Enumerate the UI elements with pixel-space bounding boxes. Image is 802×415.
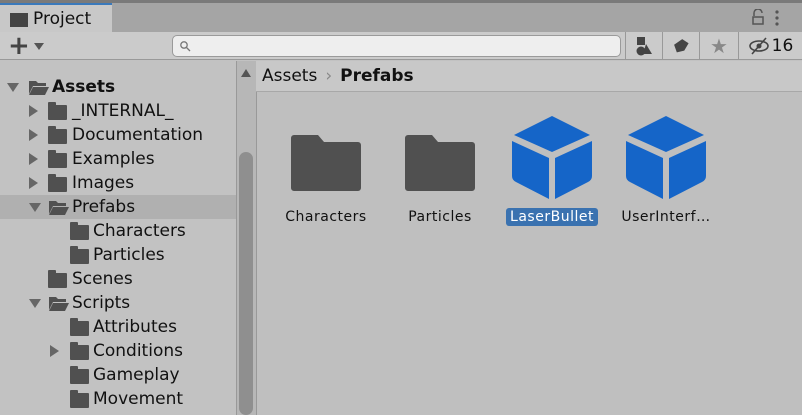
star-icon: ★ — [710, 34, 728, 58]
tree-item-label: Scenes — [72, 269, 133, 289]
expanded-arrow-icon[interactable] — [29, 299, 41, 308]
collapsed-arrow-icon[interactable] — [29, 129, 38, 141]
chevron-right-icon: › — [325, 66, 333, 86]
collapsed-arrow-icon[interactable] — [29, 105, 38, 117]
tree-item-prefabs[interactable]: Prefabs — [0, 195, 236, 219]
search-icon — [180, 41, 191, 52]
tree-item-assets[interactable]: Assets — [0, 75, 236, 99]
folder-open-icon — [49, 201, 69, 215]
breadcrumb-prefabs[interactable]: Prefabs — [340, 66, 414, 86]
tab-bar — [0, 3, 802, 32]
hidden-count: 16 — [771, 36, 794, 56]
tree-item-label: Examples — [72, 149, 155, 169]
folder-icon — [48, 150, 67, 168]
tree-item-examples[interactable]: Examples — [0, 147, 236, 171]
asset-item-0[interactable]: Characters — [271, 112, 381, 226]
tree-item-images[interactable]: Images — [0, 171, 236, 195]
folder-icon — [70, 246, 89, 264]
asset-label: Characters — [285, 209, 367, 225]
folder-open-icon — [29, 81, 49, 95]
tree-item-scripts[interactable]: Scripts — [0, 291, 236, 315]
folder-icon — [291, 135, 361, 191]
asset-label: Particles — [408, 209, 472, 225]
tree-item-label: Documentation — [72, 125, 204, 145]
breadcrumb-assets[interactable]: Assets — [262, 66, 317, 86]
folder-icon — [70, 222, 89, 240]
breadcrumb: Assets › Prefabs — [256, 61, 802, 92]
tree-item-label: Characters — [93, 221, 186, 241]
folder-icon — [70, 342, 89, 360]
search-input[interactable] — [172, 35, 621, 57]
folder-icon — [70, 390, 89, 408]
tree-item-conditions[interactable]: Conditions — [0, 339, 236, 363]
folder-icon — [70, 318, 89, 336]
tree-item-label: Assets — [52, 77, 116, 97]
asset-label: UserInterf… — [621, 209, 711, 225]
tree-item-label: Gameplay — [93, 365, 180, 385]
type-filter-icon — [636, 37, 652, 56]
tree-item-label: Scripts — [72, 293, 131, 313]
prefab-cube-icon — [512, 116, 592, 199]
plus-icon: + — [8, 31, 30, 61]
hidden-packages-button[interactable]: 16 — [738, 32, 802, 60]
scrollbar-thumb[interactable] — [239, 152, 253, 415]
tree-item-label: Movement — [93, 389, 184, 409]
tree-item-documentation[interactable]: Documentation — [0, 123, 236, 147]
folder-icon — [48, 126, 67, 144]
search-by-type-button[interactable] — [625, 32, 662, 60]
favorites-button[interactable]: ★ — [699, 32, 738, 60]
tree-item-scenes[interactable]: Scenes — [0, 267, 236, 291]
folder-open-icon — [49, 297, 69, 311]
lock-icon[interactable] — [752, 8, 764, 25]
collapsed-arrow-icon[interactable] — [29, 153, 38, 165]
tab-label: Project — [33, 8, 92, 29]
tree-item-label: Images — [72, 173, 135, 193]
tree-item-particles[interactable]: Particles — [0, 243, 236, 267]
folder-icon — [48, 270, 67, 288]
tree-item-label: Prefabs — [72, 197, 136, 217]
asset-item-1[interactable]: Particles — [385, 112, 495, 226]
scroll-up-icon[interactable] — [241, 69, 251, 77]
expanded-arrow-icon[interactable] — [7, 83, 19, 92]
asset-label: LaserBullet — [506, 208, 598, 226]
chevron-down-icon — [33, 42, 44, 50]
tab-project[interactable]: Project — [0, 3, 112, 32]
expanded-arrow-icon[interactable] — [29, 203, 41, 212]
tree-item-movement[interactable]: Movement — [0, 387, 236, 411]
asset-item-3[interactable]: UserInterf… — [611, 112, 721, 226]
create-button[interactable]: + — [8, 33, 44, 59]
eye-slash-icon — [748, 37, 769, 55]
collapsed-arrow-icon[interactable] — [29, 177, 38, 189]
tree-item-internal[interactable]: _INTERNAL_ — [0, 99, 236, 123]
search-by-label-button[interactable] — [662, 32, 699, 60]
folder-icon — [48, 102, 67, 120]
tree-item-gameplay[interactable]: Gameplay — [0, 363, 236, 387]
tree-item-label: Attributes — [93, 317, 177, 337]
tree-item-label: _INTERNAL_ — [72, 101, 174, 121]
tree-item-label: Conditions — [93, 341, 183, 361]
tag-icon — [674, 39, 689, 53]
more-menu-icon[interactable] — [774, 8, 780, 26]
asset-item-2[interactable]: LaserBullet — [497, 112, 607, 226]
folder-icon — [10, 12, 28, 27]
tree-item-characters[interactable]: Characters — [0, 219, 236, 243]
prefab-cube-icon — [626, 116, 706, 199]
folder-icon — [405, 135, 475, 191]
tree-item-attributes[interactable]: Attributes — [0, 315, 236, 339]
tree-item-label: Particles — [93, 245, 165, 265]
folder-icon — [48, 174, 67, 192]
collapsed-arrow-icon[interactable] — [50, 345, 59, 357]
folder-icon — [70, 366, 89, 384]
